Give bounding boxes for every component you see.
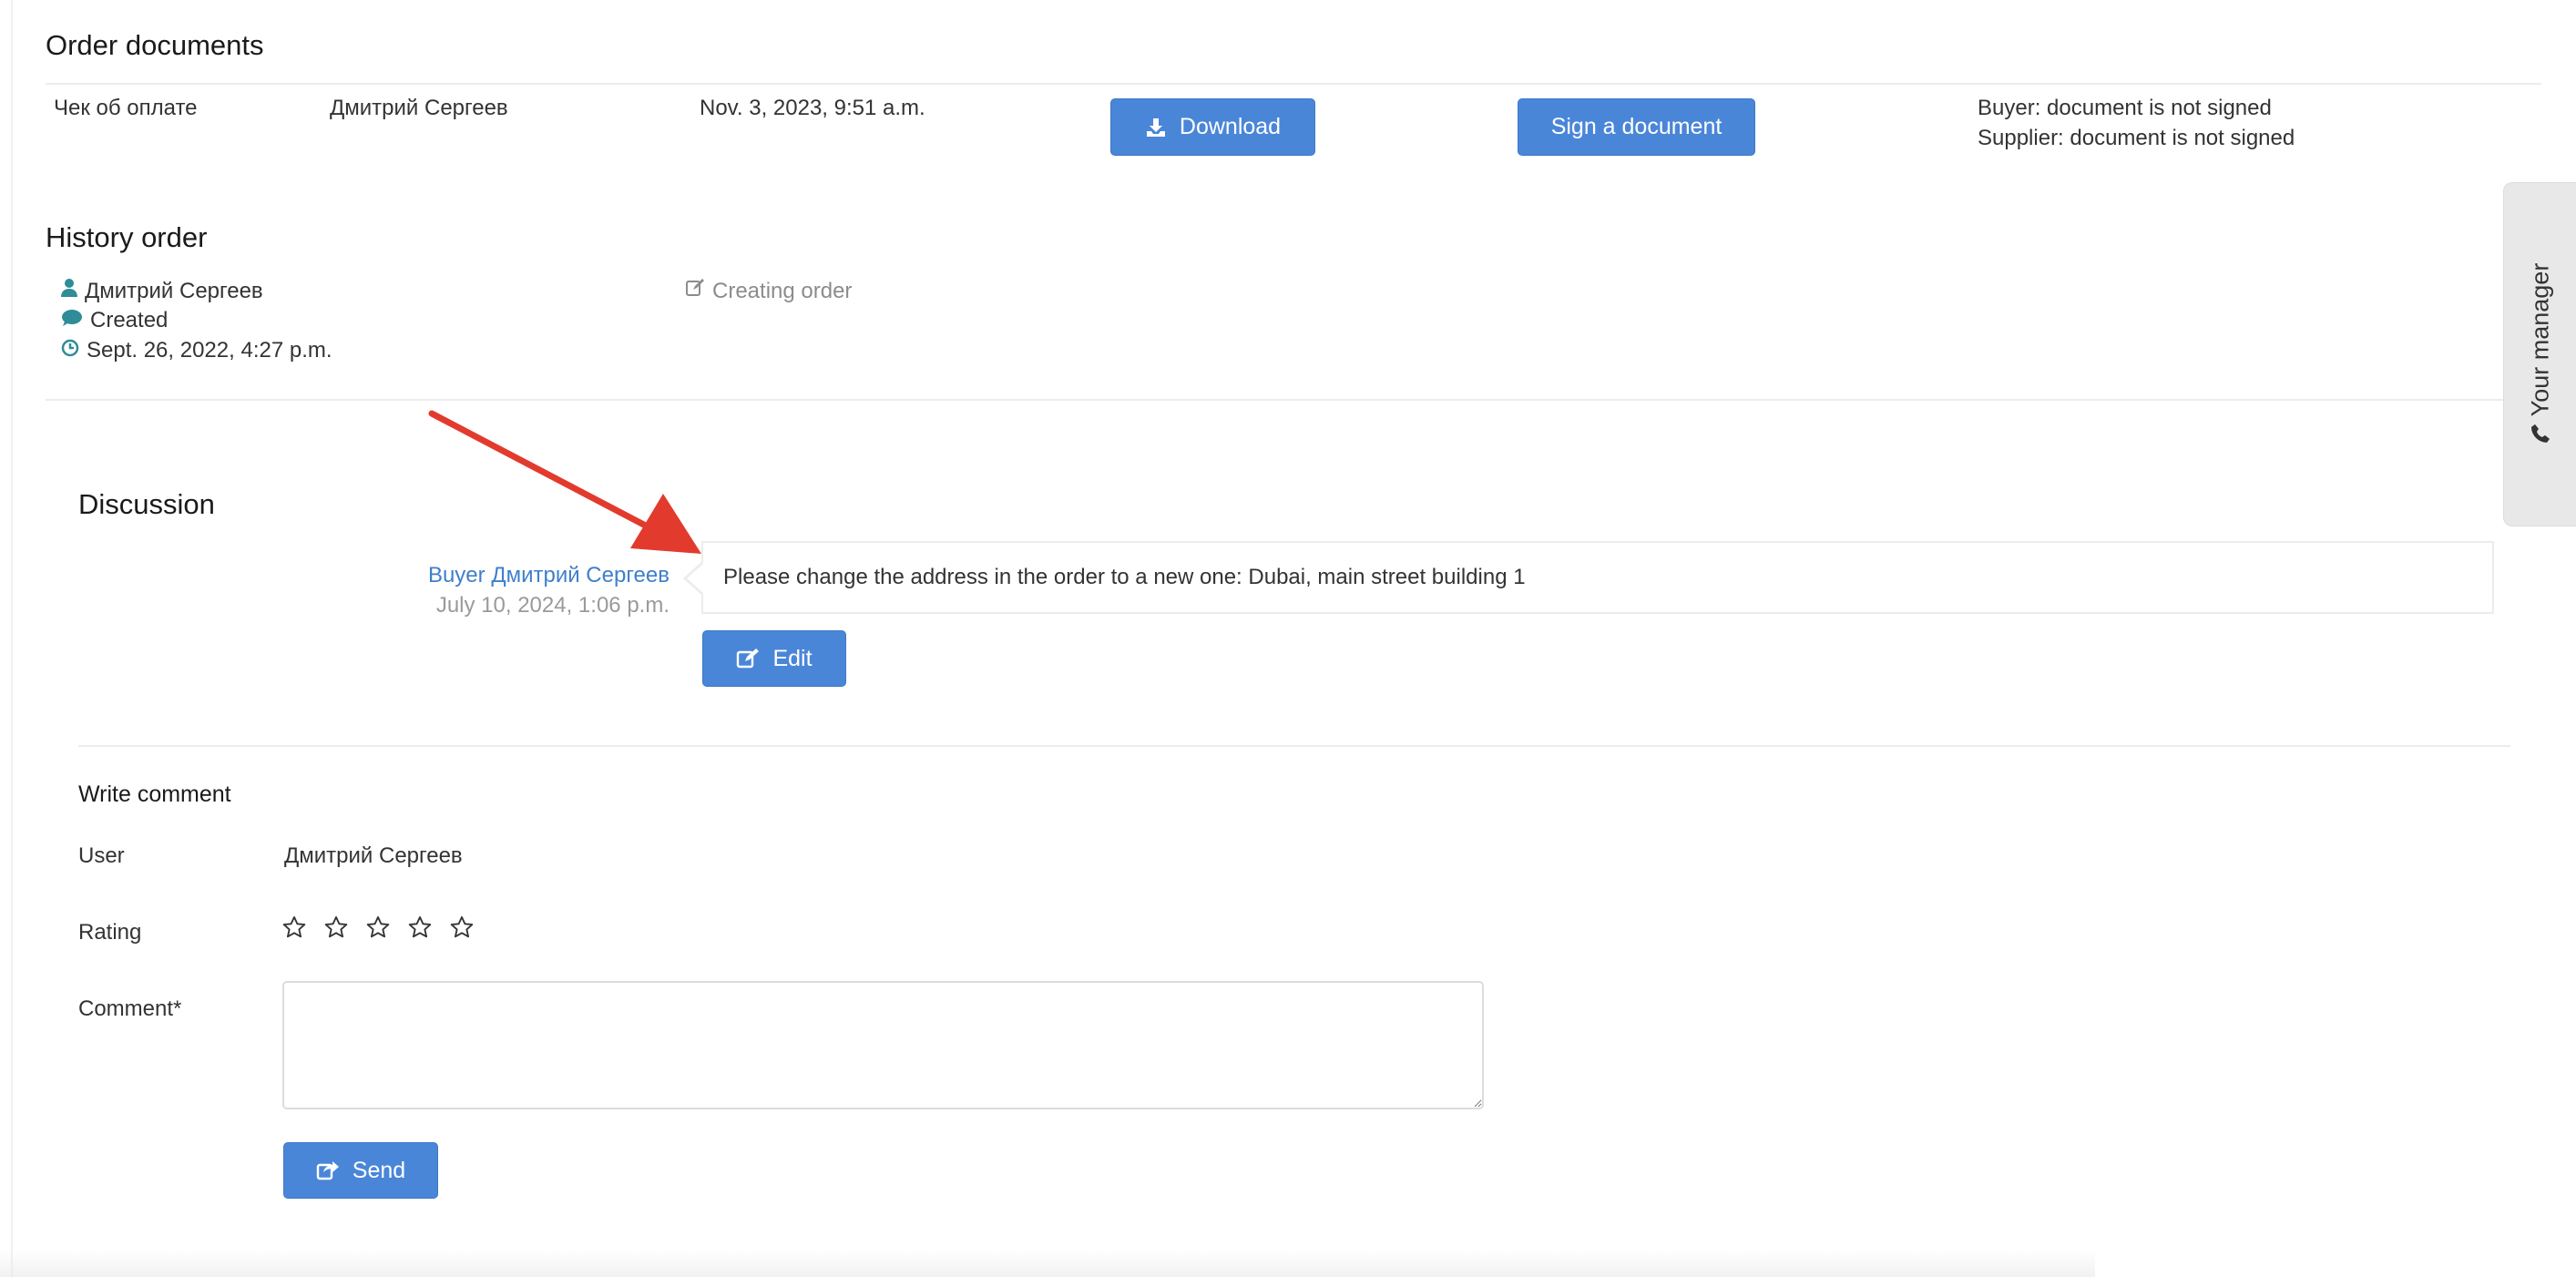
document-author: Дмитрий Сергеев <box>330 96 508 120</box>
rating-star-icon[interactable] <box>365 914 391 940</box>
history-order-title: History order <box>46 221 208 253</box>
clock-icon <box>61 338 79 363</box>
download-button[interactable]: Download <box>1110 98 1315 156</box>
message-bubble-tip <box>687 564 703 593</box>
edit-icon <box>685 278 705 304</box>
message-text: Please change the address in the order t… <box>723 565 1526 589</box>
discussion-title: Discussion <box>78 488 215 520</box>
history-status-text: Created <box>90 308 169 332</box>
write-comment-title: Write comment <box>78 782 231 807</box>
rating-star-icon[interactable] <box>407 914 433 940</box>
message-author-link[interactable]: Buyer Дмитрий Сергеев <box>428 563 670 588</box>
send-label: Send <box>352 1157 406 1183</box>
your-manager-tab-content: Your manager <box>2526 263 2554 446</box>
edit-icon <box>736 648 760 669</box>
rating-star-icon[interactable] <box>449 914 475 940</box>
user-value: Дмитрий Сергеев <box>284 843 463 868</box>
your-manager-tab[interactable]: Your manager <box>2503 182 2576 526</box>
annotation-arrow <box>428 410 701 554</box>
download-label: Download <box>1179 114 1282 139</box>
signature-status: Buyer: document is not signed Supplier: … <box>1978 93 2295 153</box>
comment-icon <box>61 308 83 333</box>
phone-icon <box>2530 422 2550 450</box>
rating-stars <box>281 914 475 940</box>
history-action: Creating order <box>685 278 852 304</box>
supplier-signature-status: Supplier: document is not signed <box>1978 126 2295 150</box>
rating-star-icon[interactable] <box>323 914 349 940</box>
sign-document-button[interactable]: Sign a document <box>1518 98 1755 156</box>
history-user: Дмитрий Сергеев <box>61 278 263 304</box>
history-status: Created <box>61 308 168 333</box>
history-user-name: Дмитрий Сергеев <box>85 278 263 303</box>
discussion-divider <box>78 745 2510 747</box>
order-page: Order documents Чек об оплате Дмитрий Се… <box>0 0 2576 1277</box>
history-action-text: Creating order <box>712 278 853 303</box>
order-documents-title: Order documents <box>46 29 264 61</box>
send-icon <box>316 1160 340 1181</box>
edit-message-button[interactable]: Edit <box>702 630 846 687</box>
edit-label: Edit <box>772 645 813 671</box>
buyer-signature-status: Buyer: document is not signed <box>1978 96 2272 120</box>
your-manager-label: Your manager <box>2526 262 2553 417</box>
message-bubble: Please change the address in the order t… <box>701 541 2494 614</box>
user-label: User <box>78 843 125 868</box>
document-name: Чек об оплате <box>54 96 198 120</box>
user-icon <box>61 278 77 304</box>
rating-label: Rating <box>78 920 142 945</box>
comment-textarea[interactable] <box>282 981 1484 1109</box>
page-left-border <box>11 0 13 1277</box>
history-date: Sept. 26, 2022, 4:27 p.m. <box>61 338 332 363</box>
document-date: Nov. 3, 2023, 9:51 a.m. <box>700 96 925 120</box>
history-date-text: Sept. 26, 2022, 4:27 p.m. <box>87 338 332 363</box>
documents-divider <box>46 83 2541 85</box>
message-date: July 10, 2024, 1:06 p.m. <box>435 593 670 618</box>
download-icon <box>1145 117 1167 138</box>
sign-document-label: Sign a document <box>1550 114 1722 139</box>
comment-label: Comment* <box>78 996 182 1021</box>
bottom-shadow <box>0 1250 2095 1277</box>
send-button[interactable]: Send <box>283 1142 438 1199</box>
rating-star-icon[interactable] <box>281 914 307 940</box>
